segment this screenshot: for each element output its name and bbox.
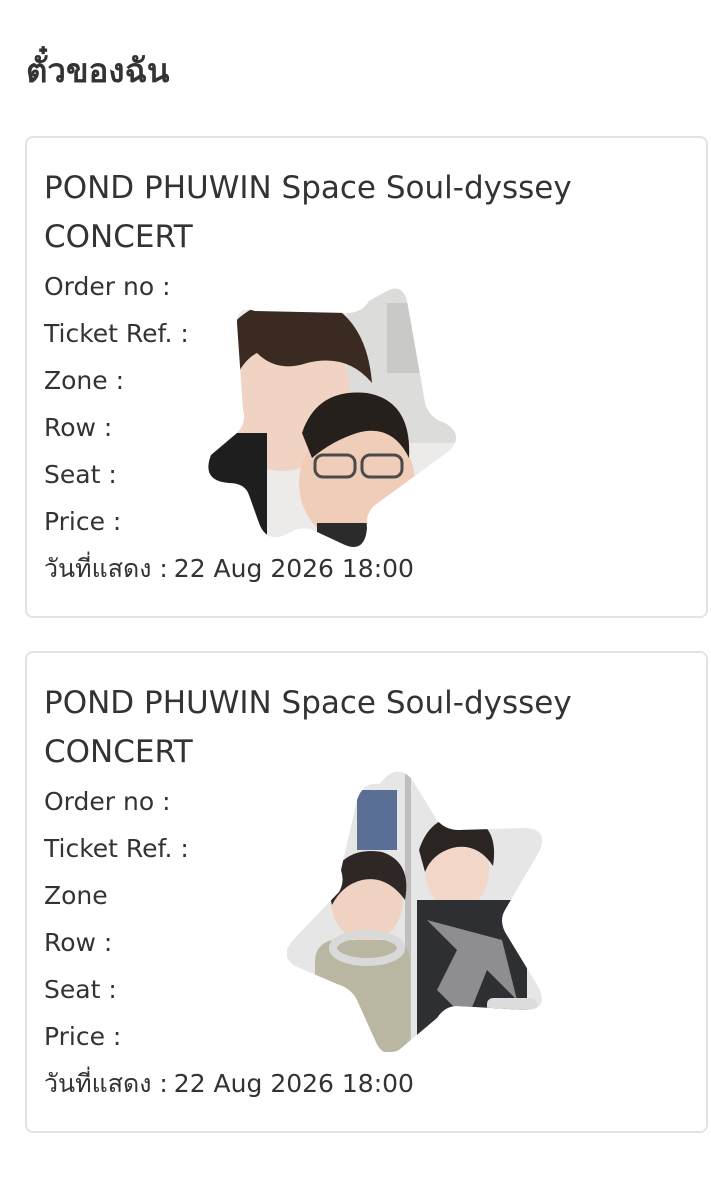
order-no-row: Order no :	[44, 270, 171, 304]
show-date-row: วันที่แสดง :22 Aug 2026 18:00	[44, 552, 414, 586]
ticket-ref-label: Ticket Ref. :	[44, 319, 189, 348]
zone-label: Zone :	[44, 366, 125, 395]
show-date-label: วันที่แสดง :	[44, 554, 168, 583]
order-no-label: Order no :	[44, 787, 171, 816]
star-photo-sticker	[208, 288, 457, 547]
order-no-row: Order no :	[44, 785, 171, 819]
seat-label: Seat :	[44, 460, 117, 489]
show-date-row: วันที่แสดง :22 Aug 2026 18:00	[44, 1067, 414, 1101]
show-date-value: 22 Aug 2026 18:00	[173, 1069, 414, 1098]
star-photo-sticker	[287, 771, 543, 1052]
page-title: ตั๋วของฉัน	[26, 51, 170, 90]
event-title: POND PHUWIN Space Soul-dyssey CONCERT	[44, 685, 572, 770]
zone-row: Zone :	[44, 364, 124, 398]
show-date-value: 22 Aug 2026 18:00	[173, 554, 414, 583]
row-row: Row :	[44, 411, 112, 445]
seat-row: Seat :	[44, 973, 117, 1007]
seat-label: Seat :	[44, 975, 117, 1004]
price-row: Price :	[44, 505, 121, 539]
seat-row: Seat :	[44, 458, 117, 492]
ticket-card[interactable]: POND PHUWIN Space Soul-dyssey CONCERT Or…	[25, 651, 708, 1133]
zone-label: Zone	[44, 881, 108, 910]
ticket-card[interactable]: POND PHUWIN Space Soul-dyssey CONCERT Or…	[25, 136, 708, 618]
order-no-label: Order no :	[44, 272, 171, 301]
ticket-ref-row: Ticket Ref. :	[44, 317, 189, 351]
show-date-label: วันที่แสดง :	[44, 1069, 168, 1098]
ticket-ref-label: Ticket Ref. :	[44, 834, 189, 863]
price-row: Price :	[44, 1020, 121, 1054]
row-label: Row :	[44, 928, 113, 957]
ticket-ref-row: Ticket Ref. :	[44, 832, 189, 866]
zone-row: Zone	[44, 879, 108, 913]
row-label: Row :	[44, 413, 113, 442]
price-label: Price :	[44, 1022, 122, 1051]
event-title: POND PHUWIN Space Soul-dyssey CONCERT	[44, 170, 572, 255]
price-label: Price :	[44, 507, 122, 536]
row-row: Row :	[44, 926, 112, 960]
